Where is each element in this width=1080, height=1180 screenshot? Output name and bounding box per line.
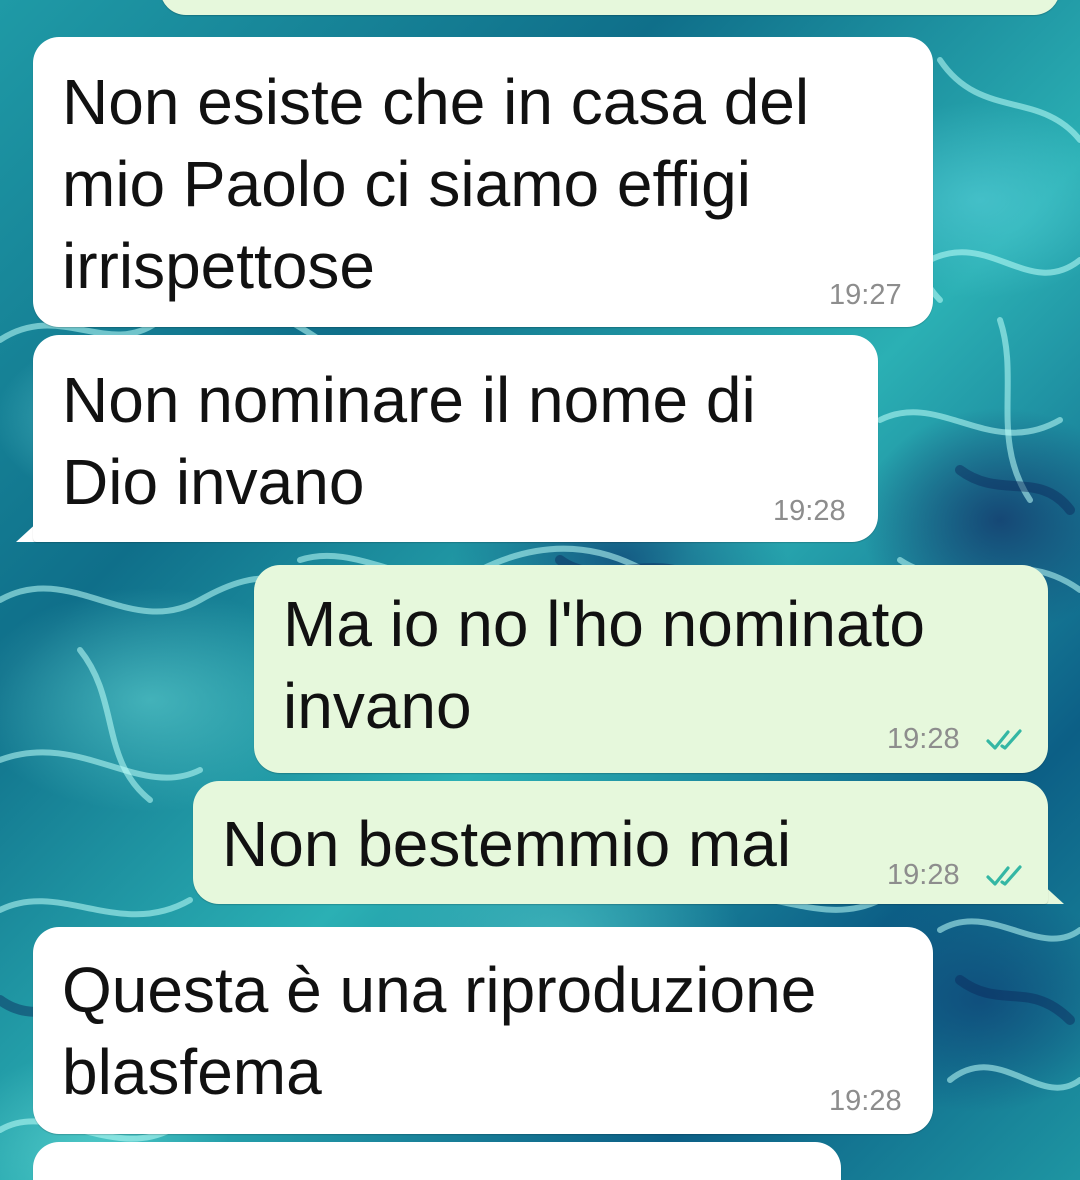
message-timestamp: 19:28 <box>887 859 960 891</box>
message-timestamp: 19:27 <box>829 279 902 311</box>
message-timestamp: 19:28 <box>887 723 960 755</box>
message-bubble-partial-top[interactable] <box>160 0 1060 15</box>
message-bubble-partial-bottom[interactable] <box>33 1142 841 1180</box>
message-bubble-incoming[interactable]: Non esiste che in casa del mio Paolo ci … <box>33 37 933 327</box>
message-bubble-incoming[interactable]: Non nominare il nome di Dio invano 19:28 <box>33 335 878 542</box>
message-text: Non esiste che in casa del mio Paolo ci … <box>62 66 810 302</box>
double-check-icon <box>986 729 1022 750</box>
message-timestamp: 19:28 <box>773 495 846 527</box>
message-text: Non nominare il nome di Dio invano <box>62 364 756 518</box>
message-bubble-incoming[interactable]: Questa è una riproduzione blasfema 19:28 <box>33 927 933 1134</box>
message-timestamp: 19:28 <box>829 1085 902 1117</box>
chat-screen: Non esiste che in casa del mio Paolo ci … <box>0 0 1080 1180</box>
message-bubble-outgoing[interactable]: Non bestemmio mai 19:28 <box>193 781 1048 904</box>
message-text: Ma io no l'ho nominato invano <box>283 588 925 742</box>
double-check-icon <box>986 865 1022 886</box>
message-bubble-outgoing[interactable]: Ma io no l'ho nominato invano 19:28 <box>254 565 1048 773</box>
message-text: Non bestemmio mai <box>222 808 792 880</box>
message-text: Questa è una riproduzione blasfema <box>62 954 817 1108</box>
